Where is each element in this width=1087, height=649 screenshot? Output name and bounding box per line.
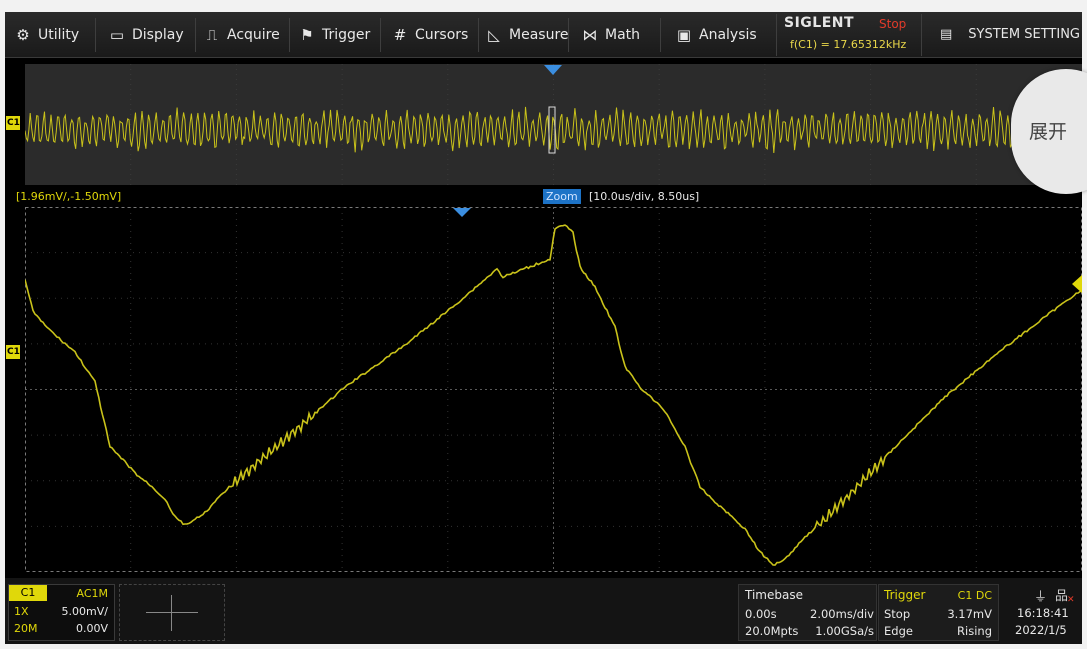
oscilloscope-screen: ⚙ Utility ▭ Display ⎍ Acquire ⚑ Trigger … — [5, 12, 1082, 644]
usb-icon: ⏚ — [1034, 590, 1048, 605]
channel-label: C1 — [9, 585, 47, 601]
zoom-trigger-marker — [453, 208, 471, 217]
menu-acquire[interactable]: ⎍ Acquire — [204, 12, 280, 57]
timebase-box[interactable]: Timebase 0.00s 2.00ms/div 20.0Mpts 1.00G… — [738, 584, 877, 641]
zoom-range-label: [1.96mV/,-1.50mV] — [16, 190, 122, 203]
measure-icon: ◺ — [488, 25, 500, 44]
system-setting-label: SYSTEM SETTING — [968, 27, 1080, 42]
menu-analysis[interactable]: ▣ Analysis — [676, 12, 757, 57]
clock-time: 16:18:41 — [1017, 606, 1069, 620]
channel-coupling: AC1M — [76, 587, 108, 600]
timebase-memory: 20.0Mpts — [745, 624, 799, 638]
menu-label: Display — [132, 26, 184, 43]
menu-utility[interactable]: ⚙ Utility — [15, 12, 79, 57]
trigger-state: Stop — [884, 607, 911, 621]
menu-bar: ⚙ Utility ▭ Display ⎍ Acquire ⚑ Trigger … — [5, 12, 1082, 58]
system-setting-button[interactable]: ▤ SYSTEM SETTING — [940, 12, 1080, 57]
trigger-level: 3.17mV — [947, 607, 992, 621]
trigger-level-marker[interactable] — [1072, 275, 1082, 293]
menu-label: Utility — [38, 26, 80, 43]
zoom-trace — [25, 224, 1082, 566]
settings-sheet-icon: ▤ — [940, 27, 953, 42]
overview-channel-marker: C1 — [6, 116, 20, 130]
overview-waveform[interactable] — [25, 64, 1082, 185]
menu-display[interactable]: ▭ Display — [109, 12, 184, 57]
timebase-title: Timebase — [745, 588, 803, 602]
flag-icon: ⚑ — [300, 25, 314, 44]
menu-label: Cursors — [415, 26, 469, 43]
trigger-position-marker — [544, 65, 562, 75]
acquire-icon: ⎍ — [206, 25, 218, 44]
add-channel-button[interactable] — [119, 584, 225, 641]
zoom-trace-svg — [25, 207, 1082, 572]
status-bar: C1 AC1M 1X 5.00mV/ 20M 0.00V Timebase 0.… — [5, 578, 1082, 644]
cursors-icon: # — [393, 25, 407, 44]
channel-offset: 0.00V — [75, 622, 108, 635]
menu-cursors[interactable]: # Cursors — [392, 12, 469, 57]
trigger-box[interactable]: Trigger C1 DC Stop 3.17mV Edge Rising — [878, 584, 999, 641]
trigger-source: C1 DC — [957, 589, 992, 602]
menu-math[interactable]: ⋈ Math — [582, 12, 641, 57]
menu-measure[interactable]: ◺ Measure — [486, 12, 569, 57]
menu-trigger[interactable]: ⚑ Trigger — [299, 12, 370, 57]
menu-label: Measure — [509, 26, 569, 43]
trigger-title: Trigger — [884, 588, 926, 602]
analysis-icon: ▣ — [676, 25, 692, 44]
menu-label: Math — [605, 26, 641, 43]
overview-trace-svg — [25, 64, 1082, 185]
math-icon: ⋈ — [582, 25, 598, 44]
channel-scale: 5.00mV/ — [61, 605, 108, 618]
monitor-icon: ▭ — [109, 25, 125, 44]
trigger-slope: Rising — [957, 624, 992, 638]
expand-label: 展开 — [1029, 121, 1068, 143]
graticule — [25, 207, 1082, 572]
frequency-readout: f(C1) = 17.65312kHz — [790, 38, 907, 51]
timebase-delay: 0.00s — [745, 607, 777, 621]
run-state: Stop — [879, 17, 907, 31]
channel-bandwidth: 20M — [14, 622, 38, 635]
zoom-channel-marker[interactable]: C1 — [6, 345, 20, 359]
channel-probe: 1X — [14, 605, 29, 618]
network-disconnected-icon: ✕ — [1067, 595, 1075, 605]
menu-label: Trigger — [322, 26, 371, 43]
zoom-info: [10.0us/div, 8.50us] — [589, 190, 700, 203]
gear-icon: ⚙ — [16, 25, 30, 44]
brand-logo: SIGLENT — [784, 15, 855, 31]
zoom-tag: Zoom — [543, 189, 581, 204]
status-panel[interactable]: SIGLENT Stop f(C1) = 17.65312kHz — [776, 14, 922, 56]
timebase-sample-rate: 1.00GSa/s — [815, 624, 874, 638]
menu-label: Acquire — [227, 26, 280, 43]
channel-info-box[interactable]: C1 AC1M 1X 5.00mV/ 20M 0.00V — [8, 584, 115, 641]
trigger-type: Edge — [884, 624, 913, 638]
clock-date: 2022/1/5 — [1015, 623, 1067, 637]
clock-box: ⏚ 品 ✕ 16:18:41 2022/1/5 — [1001, 584, 1081, 639]
timebase-scale: 2.00ms/div — [810, 607, 874, 621]
zoom-waveform[interactable] — [25, 207, 1082, 572]
menu-label: Analysis — [699, 26, 757, 43]
